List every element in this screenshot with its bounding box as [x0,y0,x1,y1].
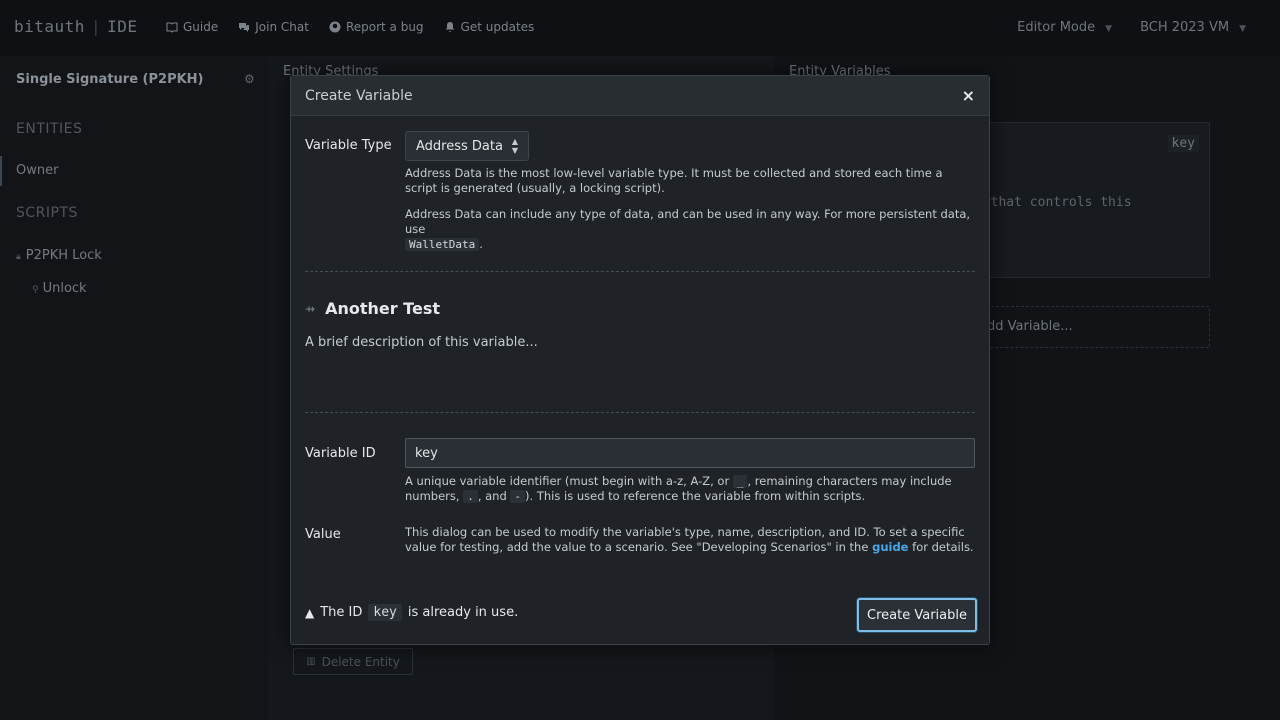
editor-mode-label: Editor Mode [1017,20,1096,35]
nav-report-bug[interactable]: Report a bug [329,20,424,34]
variable-type-select[interactable]: Address Data ▲ ▼ [405,131,529,161]
help-text: A unique variable identifier (must begin… [405,474,730,488]
nav-guide-label: Guide [183,20,219,34]
dashed-divider [305,271,975,272]
help-text: , and [477,489,507,503]
key-icon: ⚲ [32,285,39,295]
arrow-right-icon: ⇸ [305,301,316,316]
dot-code: . [463,490,478,503]
vm-label: BCH 2023 VM [1140,20,1230,35]
variable-description[interactable]: A brief description of this variable... [305,335,538,350]
close-icon[interactable]: × [962,86,975,105]
scripts-heading: SCRIPTS [16,205,78,221]
bell-icon [445,22,455,32]
sidebar-item-owner[interactable]: Owner [16,163,58,178]
top-bar: bitauth | IDE Guide Join Chat Report a bug… [0,0,1280,56]
variable-type-value: Address Data [416,139,503,154]
trash-icon: ▥ [306,656,316,667]
variable-card-description: y that controls this [975,195,1132,210]
variable-type-help-1: Address Data is the most low-level varia… [405,166,943,195]
variable-id-input[interactable] [405,438,975,468]
delete-entity-label: Delete Entity [321,654,400,669]
vm-select[interactable]: BCH 2023 VM ▼ [1140,20,1246,35]
variable-id-label: Variable ID [305,446,376,461]
sidebar-item-p2pkh-lock[interactable]: 🔒︎ P2PKH Lock [16,248,102,263]
help-text: ). This is used to reference the variabl… [525,489,866,503]
dash-code: - [510,490,526,503]
app-logo[interactable]: bitauth | IDE [14,17,137,36]
variable-name[interactable]: Another Test [325,299,440,318]
variable-name-row[interactable]: ⇸ Another Test [305,299,440,318]
warning-icon: ▲ [305,605,315,620]
nav-guide[interactable]: Guide [166,20,218,34]
brand-right: IDE [107,17,138,36]
guide-link[interactable]: guide [872,540,908,554]
variable-card-id: key [1167,135,1199,152]
brand-left: bitauth [14,17,85,36]
value-label: Value [305,527,341,542]
value-help: This dialog can be used to modify the va… [405,525,975,555]
add-variable-button[interactable]: dd Variable... [974,306,1210,348]
create-variable-dialog: Create Variable × Variable Type Address … [290,75,990,645]
underscore-code: _ [732,475,748,488]
dialog-header: Create Variable × [291,76,989,116]
chat-icon [239,23,250,32]
nav-report-bug-label: Report a bug [345,20,424,34]
walletdata-code: WalletData [405,238,480,251]
variable-type-label: Variable Type [305,138,392,153]
id-in-use-warning: ▲ The ID key is already in use. [305,604,518,621]
sidebar-item-unlock[interactable]: ⚲ Unlock [32,281,87,296]
brand-separator: | [90,17,102,36]
warning-text: The ID [320,605,363,620]
top-right-controls: Editor Mode ▼ BCH 2023 VM ▼ [1017,20,1246,35]
dashed-divider [305,412,975,413]
help-text: Address Data can include any type of dat… [405,207,971,236]
help-text: . [479,237,483,251]
nav-join-chat[interactable]: Join Chat [238,20,309,34]
dialog-title: Create Variable [305,88,413,104]
top-nav: Guide Join Chat Report a bug Get updates [166,20,534,34]
variable-card[interactable]: key y that controls this [974,122,1210,278]
sidebar-item-label: Unlock [42,281,87,296]
warning-id-code: key [368,604,402,621]
editor-mode-select[interactable]: Editor Mode ▼ [1017,20,1112,35]
sidebar-item-label: P2PKH Lock [25,248,102,263]
book-icon [166,22,178,33]
template-title[interactable]: Single Signature (P2PKH) [16,72,204,87]
variable-type-help-2: Address Data can include any type of dat… [405,207,975,252]
nav-get-updates-label: Get updates [460,20,535,34]
create-variable-button[interactable]: Create Variable [857,598,977,632]
nav-join-chat-label: Join Chat [255,20,309,34]
delete-entity-button[interactable]: ▥ Delete Entity [293,648,413,675]
chevron-down-icon: ▼ [1239,24,1246,34]
select-arrows-icon: ▲ ▼ [511,137,518,155]
entities-heading: ENTITIES [16,121,83,137]
gear-icon[interactable]: ⚙ [244,72,255,86]
lock-icon: 🔒︎ [16,252,21,262]
warning-text: is already in use. [407,605,519,620]
help-text: for details. [912,540,974,554]
sidebar: Single Signature (P2PKH) ⚙ ENTITIES Owne… [0,56,268,720]
chevron-down-icon: ▼ [1105,24,1113,34]
github-icon [329,21,341,33]
variable-id-help: A unique variable identifier (must begin… [405,474,975,504]
nav-get-updates[interactable]: Get updates [444,20,535,34]
active-indicator [0,156,2,186]
